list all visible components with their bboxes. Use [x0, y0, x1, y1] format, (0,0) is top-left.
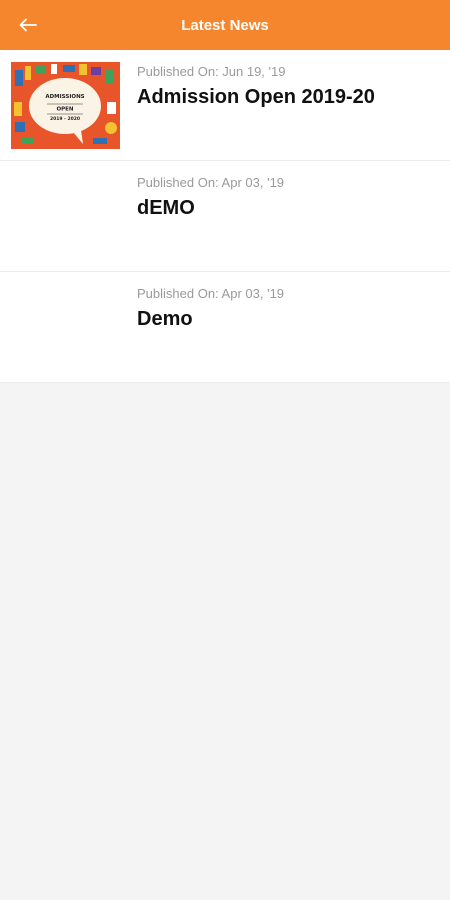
published-date: Published On: Apr 03, '19 [137, 175, 285, 190]
thumbnail-line-3: 2019 - 2020 [50, 116, 80, 122]
news-item[interactable]: ADMISSIONS OPEN 2019 - 2020 Published On… [0, 50, 450, 161]
thumbnail-line-2: OPEN [56, 107, 73, 113]
page-title: Latest News [181, 16, 269, 34]
published-date: Published On: Jun 19, '19 [137, 64, 286, 79]
arrow-left-icon [19, 18, 37, 32]
back-button[interactable] [8, 5, 48, 45]
news-title: Admission Open 2019-20 [137, 86, 375, 108]
news-thumbnail: ADMISSIONS OPEN 2019 - 2020 [11, 62, 120, 149]
news-title: dEMO [137, 197, 195, 219]
news-item[interactable]: Published On: Apr 03, '19 Demo [0, 272, 450, 383]
thumbnail-line-1: ADMISSIONS [45, 94, 84, 100]
news-list: ADMISSIONS OPEN 2019 - 2020 Published On… [0, 50, 450, 383]
app-bar: Latest News [0, 0, 450, 50]
news-title: Demo [137, 308, 193, 330]
published-date: Published On: Apr 03, '19 [137, 286, 285, 301]
news-item[interactable]: Published On: Apr 03, '19 dEMO [0, 161, 450, 272]
